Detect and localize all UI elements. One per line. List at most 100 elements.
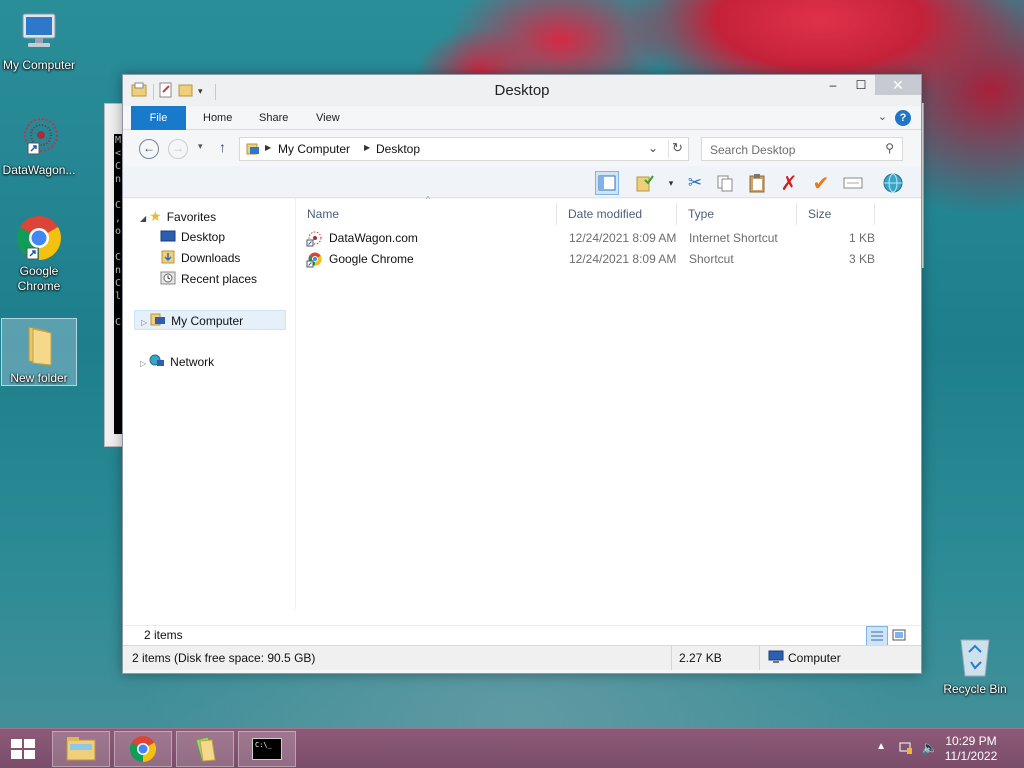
address-row: ← → ▾ ↑ ▶ My Computer ▶ Desktop ⌄ ↻ Sear…: [123, 130, 921, 166]
nav-my-computer-label: My Computer: [171, 314, 244, 328]
tab-file[interactable]: File: [131, 106, 186, 130]
nav-network-label: Network: [170, 355, 215, 369]
forward-button[interactable]: →: [168, 139, 188, 159]
folder-check-icon: [636, 175, 654, 192]
desktop-icon-recycle-bin[interactable]: Recycle Bin: [937, 632, 1013, 697]
clock[interactable]: 10:29 PM 11/1/2022: [936, 734, 1006, 764]
address-dropdown-chevron-icon[interactable]: ⌄: [648, 141, 658, 155]
file-explorer-icon: [66, 737, 96, 761]
navigation-pane: ◢ ★ Favorites Desktop Downloads Recent pla…: [123, 199, 295, 609]
chrome-icon: [15, 214, 63, 262]
desktop-icon-label: Google Chrome: [17, 264, 61, 293]
maximize-button[interactable]: ☐: [847, 75, 875, 95]
close-button[interactable]: ✕: [875, 75, 921, 95]
up-button[interactable]: ↑: [219, 139, 226, 155]
chrome-icon: [129, 736, 157, 763]
column-header-size[interactable]: Size: [797, 203, 875, 225]
computer-folder-icon: [246, 142, 260, 159]
minimize-button[interactable]: –: [819, 75, 847, 95]
network-tray-icon[interactable]: [898, 740, 914, 759]
star-icon: ★: [149, 208, 162, 224]
properties-button-icon[interactable]: [841, 171, 865, 195]
file-type: Shortcut: [689, 252, 734, 266]
clock-time: 10:29 PM: [945, 734, 997, 748]
desktop-icon-label: My Computer: [2, 58, 76, 72]
help-button[interactable]: ?: [895, 110, 911, 126]
details-view-button[interactable]: [866, 626, 888, 646]
breadcrumb-my-computer[interactable]: My Computer: [278, 142, 350, 156]
ribbon-tabs: File Home Share View ⌄ ?: [123, 106, 921, 130]
search-icon: ⚲: [885, 141, 894, 155]
file-date: 12/24/2021 8:09 AM: [569, 231, 677, 245]
title-bar: ▾ Desktop – ☐ ✕: [123, 75, 921, 106]
nav-my-computer[interactable]: ▷ My Computer: [134, 310, 286, 330]
explorer-window: ▾ Desktop – ☐ ✕ File Home Share View ⌄ ?…: [122, 74, 922, 674]
search-box[interactable]: Search Desktop ⚲: [701, 137, 903, 161]
tab-view[interactable]: View: [302, 106, 354, 130]
folder-icon: [15, 321, 63, 369]
file-row-datawagon[interactable]: DataWagon.com 12/24/2021 8:09 AM Interne…: [302, 228, 892, 249]
show-hidden-icons-chevron-icon[interactable]: ▲: [876, 741, 886, 752]
nav-network[interactable]: ▷ Network: [140, 352, 214, 372]
expand-ribbon-chevron-icon[interactable]: ⌄: [878, 110, 887, 123]
desktop-icon-google-chrome[interactable]: Google Chrome: [1, 214, 77, 294]
nav-item-label: Recent places: [181, 272, 258, 286]
file-list-pane: ^ Name Date modified Type Size DataWagon…: [296, 195, 921, 609]
taskbar-folder-window[interactable]: [176, 731, 234, 767]
nav-item-label: Desktop: [181, 230, 226, 244]
nav-item-recent-places[interactable]: Recent places: [160, 269, 257, 289]
refresh-icon[interactable]: ↻: [672, 140, 683, 156]
tab-home[interactable]: Home: [189, 106, 246, 130]
content-area: ◢ ★ Favorites Desktop Downloads Recent pla…: [123, 195, 921, 625]
column-header-date-modified[interactable]: Date modified: [557, 203, 677, 225]
taskbar-file-explorer[interactable]: [52, 731, 110, 767]
computer-icon: [15, 8, 63, 56]
delete-icon[interactable]: ✗: [777, 171, 801, 195]
breadcrumb-separator-icon: ▶: [364, 143, 371, 152]
column-header-type[interactable]: Type: [677, 203, 797, 225]
folder-options-chevron-icon[interactable]: ▾: [659, 171, 683, 195]
address-bar[interactable]: ▶ My Computer ▶ Desktop ⌄ ↻: [239, 137, 689, 161]
search-input[interactable]: Search Desktop: [710, 143, 795, 157]
back-button[interactable]: ←: [139, 139, 159, 159]
clock-date: 11/1/2022: [944, 749, 998, 763]
breadcrumb-separator-icon: ▶: [265, 143, 272, 152]
paste-icon[interactable]: [745, 171, 769, 195]
tab-share[interactable]: Share: [245, 106, 302, 130]
start-button[interactable]: [8, 737, 38, 761]
recent-locations-chevron-icon[interactable]: ▾: [198, 141, 203, 152]
taskbar-command-prompt[interactable]: C:\_: [238, 731, 296, 767]
desktop-icon-new-folder[interactable]: New folder: [1, 318, 77, 386]
preview-pane-button[interactable]: [595, 171, 619, 195]
copy-icon[interactable]: [713, 171, 737, 195]
window-title: Desktop: [494, 82, 550, 99]
cut-icon[interactable]: ✂: [683, 171, 707, 195]
taskbar-google-chrome[interactable]: [114, 731, 172, 767]
globe-icon[interactable]: [881, 171, 905, 195]
window-controls: – ☐ ✕: [819, 75, 921, 95]
item-count-bar: 2 items: [123, 625, 921, 646]
collapsed-chevron-icon: ▷: [141, 318, 148, 327]
column-header-name[interactable]: Name: [296, 203, 557, 225]
desktop-icon-datawagon[interactable]: DataWagon...: [1, 113, 77, 178]
nav-favorites[interactable]: ◢ ★ Favorites: [140, 206, 216, 226]
datawagon-icon: [15, 113, 63, 161]
nav-item-label: Downloads: [181, 251, 241, 265]
desktop-icon: [160, 229, 176, 243]
file-row-google-chrome[interactable]: Google Chrome 12/24/2021 8:09 AM Shortcu…: [302, 249, 892, 270]
rename-check-icon[interactable]: ✔: [809, 171, 833, 195]
nav-item-desktop[interactable]: Desktop: [160, 227, 225, 247]
status-location: Computer: [788, 651, 841, 665]
large-icons-view-button[interactable]: [889, 626, 911, 646]
internet-shortcut-icon: [306, 231, 322, 247]
desktop-icon-label: New folder: [10, 371, 68, 385]
recent-places-icon: [160, 271, 176, 285]
file-date: 12/24/2021 8:09 AM: [569, 252, 677, 266]
item-count: 2 items: [144, 628, 183, 642]
breadcrumb-desktop[interactable]: Desktop: [376, 142, 420, 156]
nav-item-downloads[interactable]: Downloads: [160, 248, 240, 268]
desktop-icon-my-computer[interactable]: My Computer: [1, 8, 77, 73]
status-selection-size: 2.27 KB: [679, 651, 722, 665]
collapsed-chevron-icon: ▷: [140, 359, 147, 368]
folder-options-button[interactable]: [633, 171, 657, 195]
